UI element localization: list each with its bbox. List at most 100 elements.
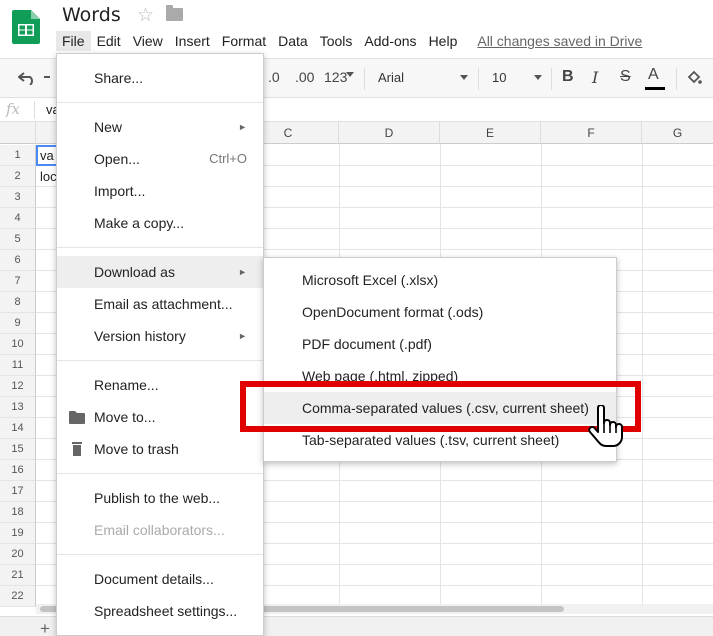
menu-insert[interactable]: Insert (169, 31, 216, 51)
submenu-item-label: Tab-separated values (.tsv, current shee… (302, 432, 560, 448)
font-family-select[interactable]: Arial (378, 70, 470, 85)
row-header[interactable]: 21 (0, 565, 36, 586)
row-header[interactable]: 11 (0, 355, 36, 376)
menu-item-email-attachment[interactable]: Email as attachment... (57, 288, 263, 320)
toolbar-divider (551, 68, 552, 90)
row-header[interactable]: 9 (0, 313, 36, 334)
menu-divider (57, 102, 263, 103)
strikethrough-icon[interactable]: S (620, 68, 631, 86)
font-size-select[interactable]: 10 (492, 70, 544, 85)
row-header[interactable]: 15 (0, 439, 36, 460)
row-header[interactable]: 8 (0, 292, 36, 313)
number-format-caret-icon (346, 72, 354, 77)
menu-item-label: Email as attachment... (94, 296, 233, 312)
menu-tools[interactable]: Tools (314, 31, 359, 51)
column-header-e[interactable]: E (440, 122, 541, 144)
column-header-d[interactable]: D (339, 122, 440, 144)
row-header[interactable]: 18 (0, 502, 36, 523)
bold-icon[interactable]: B (562, 68, 574, 86)
folder-icon[interactable] (166, 5, 183, 21)
number-format-button[interactable]: 123 (324, 69, 347, 85)
row-header[interactable]: 1 (0, 145, 36, 166)
row-header[interactable]: 10 (0, 334, 36, 355)
font-size-value: 10 (492, 70, 507, 85)
menu-item-import[interactable]: Import... (57, 175, 263, 207)
row-header[interactable]: 22 (0, 586, 36, 607)
undo-icon[interactable] (18, 71, 36, 85)
row-header[interactable]: 20 (0, 544, 36, 565)
menu-item-label: Open... (94, 151, 140, 167)
menu-item-label: Publish to the web... (94, 490, 221, 506)
download-xlsx[interactable]: Microsoft Excel (.xlsx) (264, 264, 616, 296)
menu-divider (57, 360, 263, 361)
row-header[interactable]: 2 (0, 166, 36, 187)
menu-item-label: New (94, 119, 123, 135)
menu-item-spreadsheet-settings[interactable]: Spreadsheet settings... (57, 595, 263, 627)
row-header[interactable]: 7 (0, 271, 36, 292)
row-header[interactable]: 14 (0, 418, 36, 439)
fx-icon: fx (6, 100, 21, 118)
redo-icon[interactable] (44, 71, 54, 85)
submenu-arrow-icon: ► (238, 331, 247, 341)
row-header[interactable]: 6 (0, 250, 36, 271)
menu-data[interactable]: Data (272, 31, 314, 51)
download-pdf[interactable]: PDF document (.pdf) (264, 328, 616, 360)
annotation-highlight-box (240, 381, 641, 432)
fill-color-icon[interactable] (686, 70, 702, 86)
row-header[interactable]: 16 (0, 460, 36, 481)
select-all-corner[interactable] (0, 122, 36, 144)
menu-help[interactable]: Help (423, 31, 464, 51)
menu-format[interactable]: Format (216, 31, 272, 51)
row-header[interactable]: 4 (0, 208, 36, 229)
submenu-item-label: Microsoft Excel (.xlsx) (302, 272, 439, 288)
row-header[interactable]: 17 (0, 481, 36, 502)
save-status-link[interactable]: All changes saved in Drive (477, 33, 642, 49)
column-header-f[interactable]: F (541, 122, 642, 144)
menu-item-label: Version history (94, 328, 186, 344)
row-header[interactable]: 12 (0, 376, 36, 397)
menu-item-move-trash[interactable]: Move to trash (57, 433, 263, 465)
decrease-decimal-button[interactable]: .0 (268, 69, 280, 85)
row-header[interactable]: 3 (0, 187, 36, 208)
menu-edit[interactable]: Edit (91, 31, 127, 51)
menu-divider (57, 473, 263, 474)
menu-item-make-copy[interactable]: Make a copy... (57, 207, 263, 239)
increase-decimal-button[interactable]: .00 (295, 69, 314, 85)
star-icon[interactable]: ☆ (137, 4, 154, 27)
menu-addons[interactable]: Add-ons (358, 31, 422, 51)
cell-a2[interactable]: loc (40, 169, 57, 184)
menu-item-document-details[interactable]: Document details... (57, 563, 263, 595)
column-header-g[interactable]: G (642, 122, 713, 144)
menu-item-version-history[interactable]: Version history ► (57, 320, 263, 352)
formula-divider (34, 101, 35, 119)
chevron-down-icon (460, 75, 468, 80)
menu-item-label: Make a copy... (94, 215, 185, 231)
menu-item-download-as[interactable]: Download as ► (57, 256, 263, 288)
download-ods[interactable]: OpenDocument format (.ods) (264, 296, 616, 328)
menu-item-label: Document details... (94, 571, 214, 587)
menu-item-rename[interactable]: Rename... (57, 369, 263, 401)
row-header[interactable]: 13 (0, 397, 36, 418)
font-family-value: Arial (378, 70, 405, 85)
menubar: File Edit View Insert Format Data Tools … (56, 30, 642, 52)
menu-item-share[interactable]: Share... (57, 62, 263, 94)
menu-item-move-to[interactable]: Move to... (57, 401, 263, 433)
submenu-arrow-icon: ► (238, 267, 247, 277)
text-color-icon[interactable]: A (648, 66, 659, 84)
document-title[interactable]: Words (62, 4, 121, 26)
cell-a1[interactable]: va (40, 148, 54, 163)
submenu-item-label: OpenDocument format (.ods) (302, 304, 484, 320)
trash-icon (72, 442, 82, 456)
row-header[interactable]: 5 (0, 229, 36, 250)
sheets-logo-icon[interactable] (12, 10, 40, 44)
row-header[interactable]: 19 (0, 523, 36, 544)
menu-view[interactable]: View (127, 31, 169, 51)
menu-item-new[interactable]: New ► (57, 111, 263, 143)
menu-item-open[interactable]: Open... Ctrl+O (57, 143, 263, 175)
italic-icon[interactable]: I (592, 68, 598, 87)
add-sheet-icon[interactable]: + (40, 619, 50, 636)
menu-item-label: Move to trash (94, 441, 179, 457)
menu-file[interactable]: File (56, 31, 91, 51)
menu-item-label: Download as (94, 264, 175, 280)
menu-item-publish[interactable]: Publish to the web... (57, 482, 263, 514)
